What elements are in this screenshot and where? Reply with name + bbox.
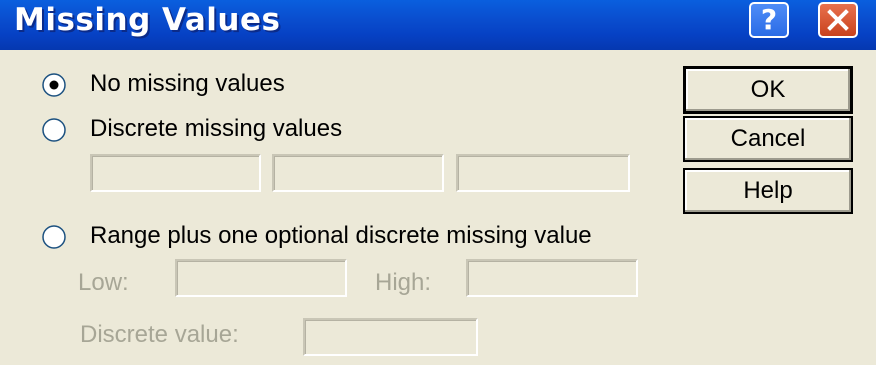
- title-help-button[interactable]: ?: [749, 2, 789, 38]
- discrete-missing-radio[interactable]: [42, 118, 66, 142]
- range-missing-label[interactable]: Range plus one optional discrete missing…: [90, 222, 592, 250]
- cancel-button[interactable]: Cancel: [683, 116, 853, 162]
- discrete-value-label: Discrete value:: [80, 321, 239, 348]
- range-missing-radio[interactable]: [42, 225, 66, 249]
- title-close-button[interactable]: [818, 2, 858, 38]
- discrete-missing-label[interactable]: Discrete missing values: [90, 115, 342, 143]
- no-missing-label[interactable]: No missing values: [90, 70, 285, 98]
- discrete-value-field-2[interactable]: [272, 154, 444, 192]
- ok-button[interactable]: OK: [683, 66, 853, 114]
- discrete-value-field[interactable]: [303, 318, 478, 356]
- discrete-value-field-1[interactable]: [90, 154, 261, 192]
- no-missing-radio[interactable]: [42, 73, 66, 97]
- high-label: High:: [375, 269, 432, 296]
- radio-selected-dot: [49, 80, 59, 90]
- discrete-value-field-3[interactable]: [456, 154, 630, 192]
- high-field[interactable]: [466, 259, 638, 297]
- help-button[interactable]: Help: [683, 168, 853, 214]
- low-label: Low:: [78, 269, 129, 296]
- low-field[interactable]: [175, 259, 347, 297]
- title-bar[interactable]: Missing Values ?: [0, 0, 876, 50]
- missing-values-dialog: Missing Values ? No missing values Discr…: [0, 0, 876, 365]
- close-icon: [827, 9, 849, 31]
- help-icon: ?: [760, 3, 778, 36]
- window-title: Missing Values: [14, 2, 281, 38]
